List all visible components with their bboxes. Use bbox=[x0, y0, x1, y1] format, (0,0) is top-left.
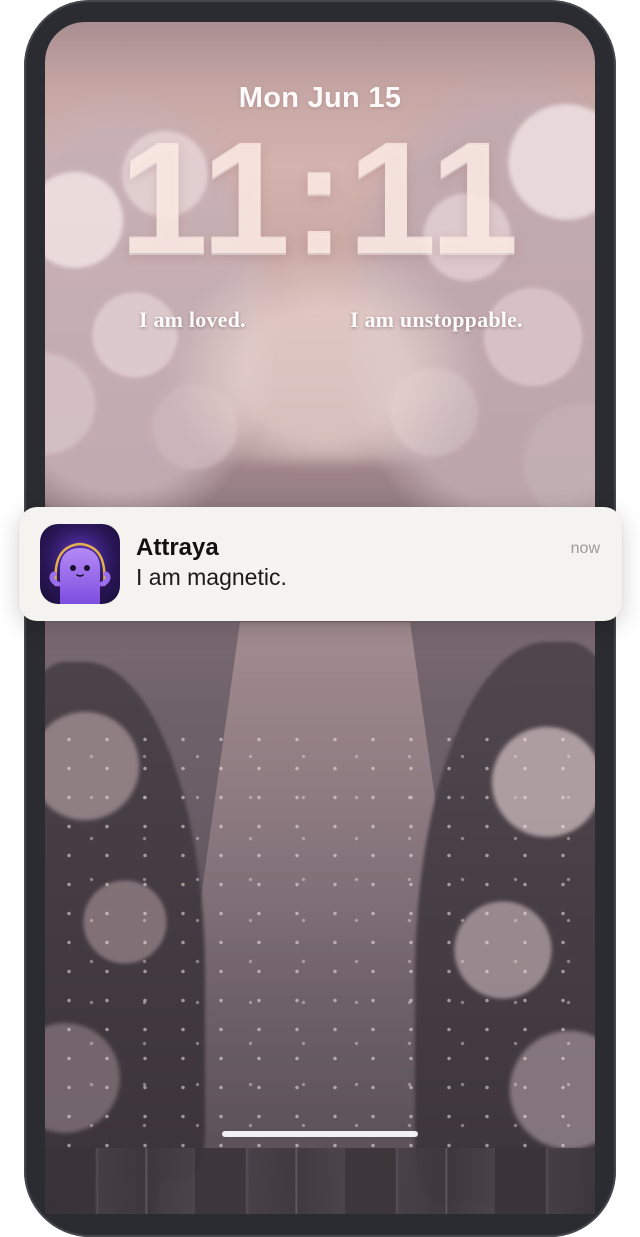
notification-timestamp: now bbox=[570, 540, 600, 557]
affirmation-widget-left[interactable]: I am loved. bbox=[139, 307, 246, 333]
notification-app-name: Attraya bbox=[136, 534, 219, 561]
notification-banner[interactable]: Attraya I am magnetic. now bbox=[19, 507, 622, 621]
lock-screen-time: 11:11 bbox=[119, 108, 521, 287]
screen-bottom-reflection bbox=[45, 1148, 595, 1214]
attraya-app-icon bbox=[40, 524, 120, 604]
floating-petals bbox=[45, 722, 595, 1162]
notification-message: I am magnetic. bbox=[136, 564, 287, 590]
affirmation-widget-right[interactable]: I am unstoppable. bbox=[350, 307, 523, 333]
home-indicator[interactable] bbox=[222, 1131, 418, 1137]
mascot-icon bbox=[40, 524, 120, 604]
lock-screen-page: Mon Jun 15 11:11 I am loved. I am unstop… bbox=[0, 0, 640, 1237]
